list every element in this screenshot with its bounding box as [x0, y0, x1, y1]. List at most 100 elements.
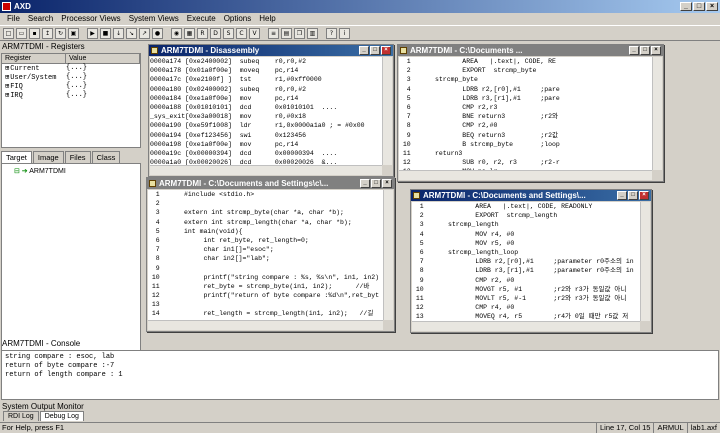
code-line: 13 MOVEQ r4, r5 ;r4가 0일 때만 r5값 저 — [412, 312, 629, 321]
minimize-button[interactable]: _ — [680, 2, 692, 11]
close-button[interactable]: × — [706, 2, 718, 11]
minimize-button[interactable]: _ — [617, 191, 627, 200]
disassembly-titlebar[interactable]: ARM7TDMI - Disassembly _ □ × — [149, 45, 393, 56]
var-icon[interactable]: V — [249, 27, 260, 39]
new-icon[interactable]: □ — [3, 27, 14, 39]
register-icon[interactable]: R — [197, 27, 208, 39]
step-icon[interactable]: ↓ — [113, 27, 124, 39]
menu-bar: File Search Processor Views System Views… — [0, 13, 720, 25]
menu-help[interactable]: Help — [255, 13, 279, 25]
load-icon[interactable]: ↥ — [42, 27, 53, 39]
breakpoint-icon[interactable]: ● — [152, 27, 163, 39]
source-icon[interactable]: S — [223, 27, 234, 39]
vertical-scrollbar[interactable] — [640, 202, 650, 321]
watch-icon[interactable]: ◉ — [171, 27, 182, 39]
maximize-button[interactable]: □ — [370, 46, 380, 55]
horizontal-scrollbar[interactable] — [399, 170, 652, 180]
menu-search[interactable]: Search — [24, 13, 57, 25]
register-row[interactable]: User/System{...} — [2, 73, 140, 82]
cascade-icon[interactable]: ❐ — [294, 27, 305, 39]
vertical-scrollbar[interactable] — [383, 190, 393, 320]
layout-icon[interactable]: ▤ — [281, 27, 292, 39]
menu-execute[interactable]: Execute — [183, 13, 220, 25]
maximize-button[interactable]: □ — [628, 191, 638, 200]
code-line: 1 #include <stdio.h> — [148, 190, 255, 200]
tab-debug-log[interactable]: Debug Log — [39, 411, 84, 421]
memory-icon[interactable]: ▦ — [184, 27, 195, 39]
menu-options[interactable]: Options — [220, 13, 256, 25]
tab-target[interactable]: Target — [1, 151, 32, 163]
maximize-button[interactable]: □ — [371, 179, 381, 188]
reload-icon[interactable]: ↻ — [55, 27, 66, 39]
status-bar: For Help, press F1 Line 17, Col 15 ARMUL… — [0, 422, 720, 433]
image-icon[interactable]: ▣ — [68, 27, 79, 39]
status-file: lab1.axf — [686, 423, 720, 433]
close-button[interactable]: × — [381, 46, 391, 55]
source-titlebar[interactable]: ARM7TDMI - C:\Documents ... _ □ × — [398, 45, 663, 56]
close-button[interactable]: × — [639, 191, 649, 200]
step-out-icon[interactable]: ↗ — [139, 27, 150, 39]
disasm-icon[interactable]: D — [210, 27, 221, 39]
tab-rdi-log[interactable]: RDI Log — [3, 411, 39, 421]
console-output[interactable]: string compare : esoc, lab return of byte… — [1, 350, 719, 400]
horizontal-scrollbar[interactable] — [150, 165, 382, 175]
code-line: 6 CMP r2,r3 — [399, 102, 498, 113]
source-code[interactable]: 1 #include <stdio.h> 2 3 extern int strcmp… — [148, 190, 383, 320]
stop-icon[interactable]: ■ — [100, 27, 111, 39]
about-icon[interactable]: i — [339, 27, 350, 39]
status-position: Line 17, Col 15 — [596, 423, 653, 433]
console-icon[interactable]: C — [236, 27, 247, 39]
register-value: {...} — [66, 64, 88, 72]
code-line: 8 LDRB r3,[r1],#1 ;parameter r0주소의 in — [412, 266, 634, 276]
code-line: 12 CMP r4, #0 — [412, 303, 515, 313]
minimize-button[interactable]: _ — [629, 46, 639, 55]
source-titlebar[interactable]: ARM7TDMI - C:\Documents and Settings\...… — [411, 190, 651, 201]
register-row[interactable]: FIQ{...} — [2, 82, 140, 91]
menu-file[interactable]: File — [3, 13, 24, 25]
code-line: 1 AREA |.text|, CODE, RE — [399, 57, 556, 67]
code-line: 0000a1a0 [0x00020026] dcd 0x00020026 &..… — [150, 159, 338, 165]
vertical-scrollbar[interactable] — [652, 57, 662, 170]
code-line: 0000a198 [0xe1a0f00e] mov pc,r14 — [150, 140, 299, 148]
source-titlebar[interactable]: ARM7TDMI - C:\Documents and Settings\c\.… — [147, 178, 394, 189]
console-title: ARM7TDMI - Console — [2, 339, 81, 348]
vertical-scrollbar[interactable] — [382, 57, 392, 165]
open-icon[interactable]: ▭ — [16, 27, 27, 39]
code-line: 12 SUB r0, r2, r3 ;r2-r — [399, 158, 560, 168]
tree-node-target[interactable]: ARM7TDMI — [14, 167, 140, 175]
col-register[interactable]: Register — [2, 54, 66, 63]
register-row[interactable]: Current{...} — [2, 64, 140, 73]
menu-system-views[interactable]: System Views — [125, 13, 183, 25]
source-code[interactable]: 1 AREA |.text|, CODE, READONLY 2 EXPORT … — [412, 202, 640, 321]
minimize-button[interactable]: _ — [359, 46, 369, 55]
horizontal-scrollbar[interactable] — [148, 320, 383, 330]
output-monitor: System Output Monitor RDI Log Debug Log — [0, 402, 720, 422]
horizontal-scrollbar[interactable] — [412, 321, 640, 331]
close-button[interactable]: × — [382, 179, 392, 188]
maximize-button[interactable]: □ — [640, 46, 650, 55]
step-in-icon[interactable]: ↘ — [126, 27, 137, 39]
register-name: User/System — [2, 73, 66, 82]
tab-image[interactable]: Image — [32, 151, 64, 163]
source-code[interactable]: 1 AREA |.text|, CODE, RE 2 EXPORT strcmp… — [399, 57, 652, 170]
stack-icon[interactable]: ≡ — [268, 27, 279, 39]
code-line: 7 BNE return3 ;r2와 — [399, 112, 558, 122]
code-line: 4 MOV r4, #0 — [412, 229, 515, 239]
maximize-button[interactable]: □ — [693, 2, 705, 11]
help-icon[interactable]: ? — [326, 27, 337, 39]
register-row[interactable]: IRQ{...} — [2, 91, 140, 100]
disassembly-code[interactable]: 0000a174 [0xe2400002] subeq r0,r0,#2 0000… — [150, 57, 382, 165]
code-line: _sys_exit[0xe3a00018] mov r0,#0x18 — [150, 113, 307, 121]
col-value[interactable]: Value — [66, 54, 140, 63]
minimize-button[interactable]: _ — [360, 179, 370, 188]
code-line: 8 CMP r2,#0 — [399, 121, 498, 131]
tab-files[interactable]: Files — [64, 151, 91, 163]
tab-class[interactable]: Class — [91, 151, 121, 163]
register-value: {...} — [66, 73, 88, 81]
menu-processor-views[interactable]: Processor Views — [57, 13, 124, 25]
close-button[interactable]: × — [651, 46, 661, 55]
output-title: System Output Monitor — [2, 402, 84, 411]
run-icon[interactable]: ▶ — [87, 27, 98, 39]
save-icon[interactable]: ▪ — [29, 27, 40, 39]
tile-icon[interactable]: ▥ — [307, 27, 318, 39]
